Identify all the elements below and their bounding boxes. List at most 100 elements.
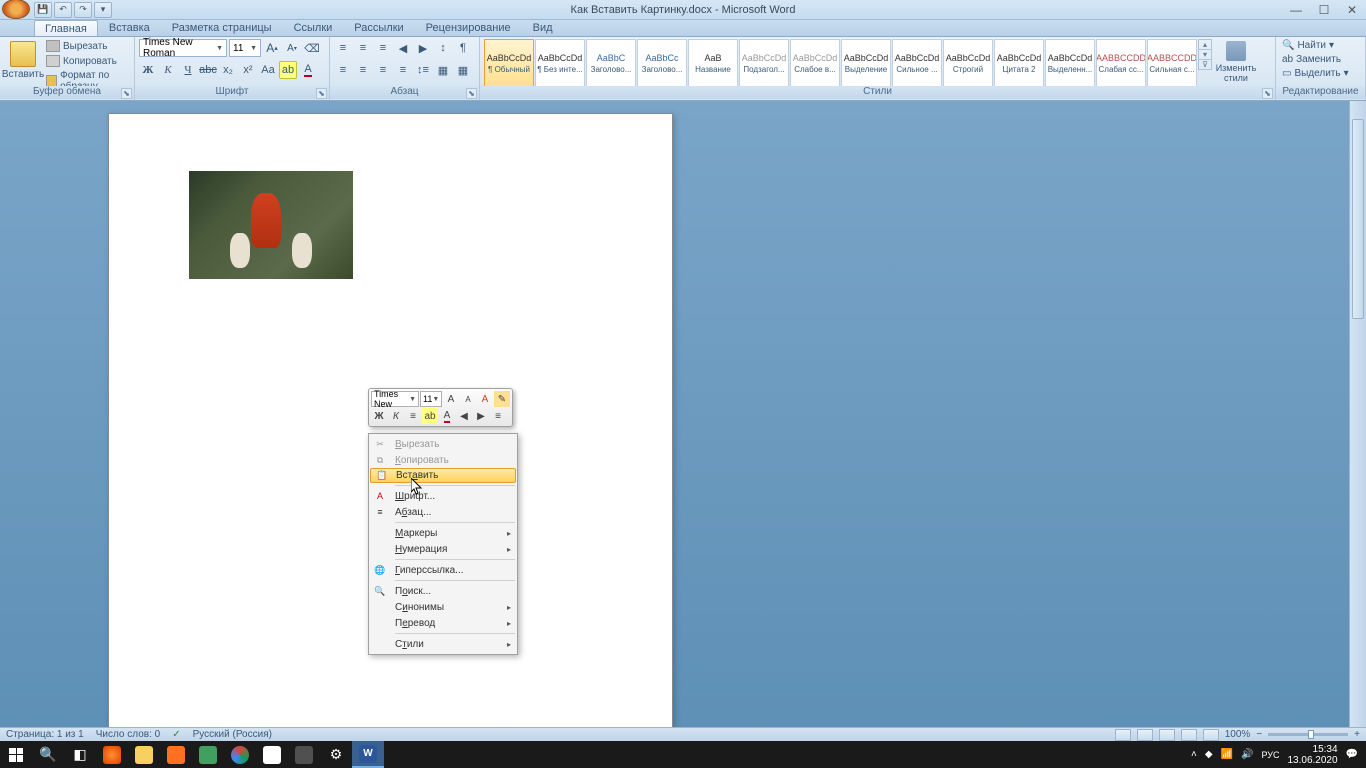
mini-highlight[interactable]: ab <box>422 408 438 424</box>
bullets-button[interactable]: ≡ <box>334 39 352 57</box>
taskbar-app2[interactable] <box>288 741 320 768</box>
subscript-button[interactable]: x₂ <box>219 61 237 79</box>
tray-notifications-icon[interactable]: 💬 <box>1346 749 1358 760</box>
align-right-button[interactable]: ≡ <box>374 61 392 79</box>
style-item[interactable]: AaBbCcDd¶ Обычный <box>484 39 534 87</box>
style-item[interactable]: AABBCCDDСильная с... <box>1147 39 1197 87</box>
tray-clock[interactable]: 15:34 13.06.2020 <box>1287 744 1337 766</box>
ctx-styles[interactable]: Стили▸ <box>369 636 517 652</box>
shrink-font-button[interactable]: A▾ <box>283 39 301 57</box>
save-button[interactable]: 💾 <box>34 2 52 18</box>
gallery-more-button[interactable]: ⊽ <box>1199 59 1211 69</box>
mini-grow-font[interactable]: A <box>443 391 459 407</box>
paragraph-dialog-launcher[interactable]: ⬊ <box>466 88 477 99</box>
font-name-selector[interactable]: Times New Roman▼ <box>139 39 227 57</box>
tray-network-icon[interactable]: 📶 <box>1221 749 1233 760</box>
mini-bold[interactable]: Ж <box>371 408 387 424</box>
taskbar-firefox[interactable] <box>96 741 128 768</box>
mini-increase-indent[interactable]: ▶ <box>473 408 489 424</box>
find-button[interactable]: 🔍Найти ▾ <box>1280 39 1336 52</box>
mini-size-selector[interactable]: 11▼ <box>420 391 442 407</box>
line-spacing-button[interactable]: ↕≡ <box>414 61 432 79</box>
vertical-scrollbar[interactable] <box>1349 101 1366 741</box>
undo-button[interactable]: ↶ <box>54 2 72 18</box>
sort-button[interactable]: ↕ <box>434 39 452 57</box>
ctx-synonyms[interactable]: Синонимы▸ <box>369 599 517 615</box>
select-button[interactable]: ▭Выделить ▾ <box>1280 67 1351 80</box>
mini-decrease-indent[interactable]: ◀ <box>456 408 472 424</box>
scroll-thumb[interactable] <box>1352 119 1364 319</box>
style-item[interactable]: AaBbCcDdСильное ... <box>892 39 942 87</box>
increase-indent-button[interactable]: ▶ <box>414 39 432 57</box>
mini-shrink-font[interactable]: A <box>460 391 476 407</box>
highlight-button[interactable]: ab <box>279 61 297 79</box>
language-indicator[interactable]: Русский (Россия) <box>193 729 272 740</box>
web-layout-view[interactable] <box>1159 729 1175 741</box>
inserted-image[interactable] <box>189 171 353 279</box>
style-item[interactable]: AaBbCcDdСтрогий <box>943 39 993 87</box>
copy-button[interactable]: Копировать <box>44 54 130 68</box>
ctx-paragraph[interactable]: ≡Абзац... <box>369 504 517 520</box>
tab-mailings[interactable]: Рассылки <box>343 20 414 36</box>
zoom-out-button[interactable]: − <box>1256 729 1262 740</box>
taskbar-chrome[interactable] <box>224 741 256 768</box>
office-button[interactable] <box>2 0 30 19</box>
zoom-slider[interactable] <box>1268 733 1348 736</box>
taskbar-app[interactable] <box>192 741 224 768</box>
task-view-button[interactable]: ◧ <box>64 741 96 768</box>
tab-home[interactable]: Главная <box>34 20 98 36</box>
minimize-button[interactable]: — <box>1286 3 1306 17</box>
gallery-down-button[interactable]: ▾ <box>1199 49 1211 59</box>
ctx-font[interactable]: AШрифт... <box>369 488 517 504</box>
mini-styles-button[interactable]: A <box>477 391 493 407</box>
maximize-button[interactable]: ☐ <box>1314 3 1334 17</box>
clipboard-dialog-launcher[interactable]: ⬊ <box>121 88 132 99</box>
style-item[interactable]: AaBbCcDd¶ Без инте... <box>535 39 585 87</box>
font-size-selector[interactable]: 11▼ <box>229 39 261 57</box>
ctx-hyperlink[interactable]: 🌐Гиперссылка... <box>369 562 517 578</box>
borders-button[interactable]: ▦ <box>454 61 472 79</box>
grow-font-button[interactable]: A▴ <box>263 39 281 57</box>
mini-font-color[interactable]: A <box>439 408 455 424</box>
zoom-in-button[interactable]: + <box>1354 729 1360 740</box>
style-item[interactable]: AaBbCcDdЦитата 2 <box>994 39 1044 87</box>
taskbar-store[interactable] <box>256 741 288 768</box>
align-left-button[interactable]: ≡ <box>334 61 352 79</box>
outline-view[interactable] <box>1181 729 1197 741</box>
ctx-paste[interactable]: 📋Вставить <box>370 468 516 483</box>
taskbar-settings[interactable]: ⚙ <box>320 741 352 768</box>
bold-button[interactable]: Ж <box>139 61 157 79</box>
font-color-button[interactable]: A <box>299 61 317 79</box>
search-button[interactable]: 🔍 <box>32 741 64 768</box>
tab-review[interactable]: Рецензирование <box>415 20 522 36</box>
underline-button[interactable]: Ч <box>179 61 197 79</box>
mini-center[interactable]: ≡ <box>405 408 421 424</box>
multilevel-button[interactable]: ≡ <box>374 39 392 57</box>
taskbar-word[interactable]: W <box>352 741 384 768</box>
draft-view[interactable] <box>1203 729 1219 741</box>
tray-language[interactable]: РУС <box>1261 750 1279 760</box>
style-item[interactable]: AABBCCDDСлабая сс... <box>1096 39 1146 87</box>
superscript-button[interactable]: x² <box>239 61 257 79</box>
styles-dialog-launcher[interactable]: ⬊ <box>1262 88 1273 99</box>
mini-font-selector[interactable]: Times New▼ <box>371 391 419 407</box>
style-item[interactable]: AaBНазвание <box>688 39 738 87</box>
close-button[interactable]: ✕ <box>1342 3 1362 17</box>
redo-button[interactable]: ↷ <box>74 2 92 18</box>
qat-customize-button[interactable]: ▾ <box>94 2 112 18</box>
style-item[interactable]: AaBbCcЗаголово... <box>637 39 687 87</box>
tray-app-icon[interactable]: ◆ <box>1205 749 1213 760</box>
strikethrough-button[interactable]: abc <box>199 61 217 79</box>
tray-volume-icon[interactable]: 🔊 <box>1241 749 1253 760</box>
style-item[interactable]: AaBbCcDdВыделенн... <box>1045 39 1095 87</box>
italic-button[interactable]: К <box>159 61 177 79</box>
word-count[interactable]: Число слов: 0 <box>96 729 160 740</box>
tab-view[interactable]: Вид <box>522 20 564 36</box>
shading-button[interactable]: ▦ <box>434 61 452 79</box>
justify-button[interactable]: ≡ <box>394 61 412 79</box>
print-layout-view[interactable] <box>1115 729 1131 741</box>
start-button[interactable] <box>0 741 32 768</box>
mini-bullets[interactable]: ≡ <box>490 408 506 424</box>
show-hide-button[interactable]: ¶ <box>454 39 472 57</box>
numbering-button[interactable]: ≡ <box>354 39 372 57</box>
